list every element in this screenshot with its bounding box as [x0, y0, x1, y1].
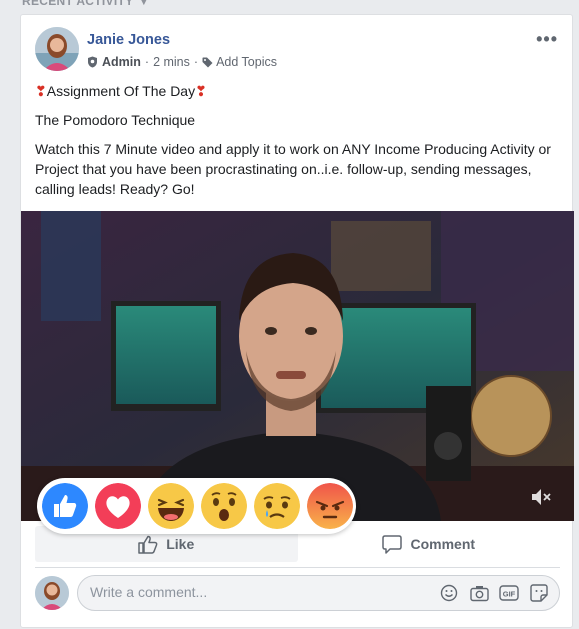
- angry-reaction-icon[interactable]: [307, 483, 353, 529]
- tag-icon: [202, 57, 213, 67]
- heart-icon: ❣: [35, 83, 47, 99]
- comment-composer: GIF: [77, 575, 560, 611]
- meta-separator: ·: [144, 55, 150, 69]
- comment-input[interactable]: [90, 584, 420, 600]
- section-label: RECENT ACTIVITY: [22, 0, 134, 8]
- commenter-avatar: [35, 576, 69, 610]
- love-reaction-icon[interactable]: [95, 483, 141, 529]
- comment-icon: [382, 534, 403, 554]
- meta-separator: ·: [193, 55, 199, 69]
- thumbs-up-icon: [138, 535, 158, 554]
- section-header[interactable]: RECENT ACTIVITY ▼: [22, 0, 149, 8]
- camera-icon[interactable]: [469, 583, 489, 603]
- heart-icon: ❣: [195, 83, 207, 99]
- post-time[interactable]: 2 mins: [153, 55, 190, 69]
- caret-down-icon: ▼: [139, 0, 149, 7]
- video-player[interactable]: [21, 211, 574, 521]
- post-subtitle: The Pomodoro Technique: [35, 112, 196, 128]
- post-card: Janie Jones Admin · 2 mins · Add Topics …: [20, 14, 574, 628]
- add-topics-link[interactable]: Add Topics: [216, 55, 277, 69]
- post-title: ❣Assignment Of The Day❣: [35, 83, 207, 99]
- gif-icon[interactable]: GIF: [499, 583, 519, 603]
- wow-reaction-icon[interactable]: [201, 483, 247, 529]
- post-description: Watch this 7 Minute video and apply it t…: [35, 141, 551, 197]
- emoji-icon[interactable]: [439, 583, 459, 603]
- sticker-icon[interactable]: [529, 583, 549, 603]
- sad-reaction-icon[interactable]: [254, 483, 300, 529]
- role-label: Admin: [102, 55, 141, 69]
- post-meta: Admin · 2 mins · Add Topics: [87, 55, 277, 69]
- post-body: ❣Assignment Of The Day❣ The Pomodoro Tec…: [35, 81, 560, 208]
- mute-icon[interactable]: [530, 487, 552, 512]
- video-frame: [21, 211, 574, 521]
- svg-text:GIF: GIF: [503, 590, 516, 599]
- reactions-popover: [37, 478, 356, 534]
- author-avatar[interactable]: [35, 27, 79, 71]
- admin-shield-icon: [88, 56, 97, 68]
- like-reaction-icon[interactable]: [42, 483, 88, 529]
- comment-tools: GIF: [439, 583, 549, 603]
- comment-label: Comment: [410, 536, 476, 552]
- divider: [35, 567, 560, 568]
- like-label: Like: [166, 536, 195, 552]
- more-options-icon[interactable]: •••: [536, 29, 558, 50]
- author-name[interactable]: Janie Jones: [87, 32, 170, 48]
- haha-reaction-icon[interactable]: [148, 483, 194, 529]
